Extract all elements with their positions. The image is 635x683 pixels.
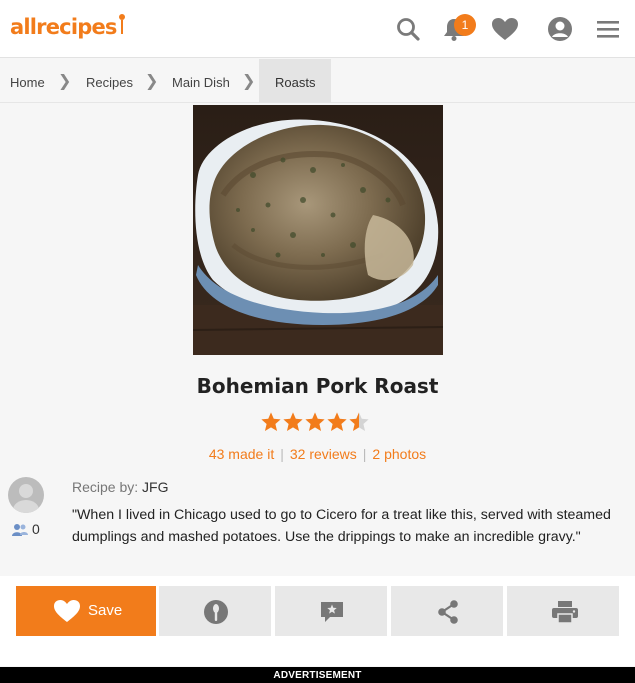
logo-spoon-icon [118,14,126,36]
heart-icon [54,600,80,622]
user-profile-icon[interactable] [547,16,573,42]
made-it-button[interactable] [159,586,271,636]
followers-icon [12,524,28,536]
star-icon [283,412,303,431]
favorites-heart-icon[interactable] [490,16,518,42]
reviews-count-link[interactable]: 32 reviews [290,446,357,462]
review-icon [321,602,343,622]
recipe-photo[interactable] [193,105,443,355]
photos-count-link[interactable]: 2 photos [372,446,426,462]
made-it-icon [204,600,228,624]
breadcrumb-roasts[interactable]: Roasts [259,59,332,103]
share-icon [438,600,458,624]
notification-count-badge[interactable]: 1 [454,14,476,36]
recipe-description: "When I lived in Chicago used to go to C… [72,507,611,545]
share-button[interactable] [391,586,503,636]
logo-text: allrecipes [10,15,117,39]
review-button[interactable] [275,586,387,636]
chevron-right-icon: ❯ [145,73,159,90]
top-navigation-bar: allrecipes 1 [0,0,635,58]
star-icon [305,412,325,431]
print-button[interactable] [507,586,619,636]
author-avatar[interactable] [8,477,44,513]
recipe-byline: Recipe by: JFG [72,479,169,495]
breadcrumb-main-dish[interactable]: Main Dish [172,59,230,103]
breadcrumb-recipes[interactable]: Recipes [86,59,133,103]
recipe-action-bar: Save [0,576,635,666]
breadcrumb: Home ❯ Recipes ❯ Main Dish ❯ Roasts [0,59,635,103]
advertisement-label: ADVERTISEMENT [0,667,635,683]
author-name-link[interactable]: JFG [142,479,168,495]
breadcrumb-home[interactable]: Home [10,59,45,103]
made-it-count-link[interactable]: 43 made it [209,446,274,462]
recipe-stats: 43 made it | 32 reviews | 2 photos [0,446,635,462]
followers-number: 0 [32,521,40,537]
hamburger-menu-icon[interactable] [596,16,622,42]
save-button[interactable]: Save [16,586,156,636]
save-button-label: Save [88,602,123,619]
star-icon [261,412,281,431]
star-icon [327,412,347,431]
divider: | [280,446,284,462]
print-icon [552,601,578,624]
recipe-title: Bohemian Pork Roast [196,374,439,398]
search-icon[interactable] [395,16,421,42]
byline-label: Recipe by: [72,479,139,495]
allrecipes-logo[interactable]: allrecipes [10,14,126,39]
chevron-right-icon: ❯ [58,73,72,90]
chevron-right-icon: ❯ [242,73,256,90]
divider: | [362,446,367,462]
half-star-icon [349,412,369,431]
